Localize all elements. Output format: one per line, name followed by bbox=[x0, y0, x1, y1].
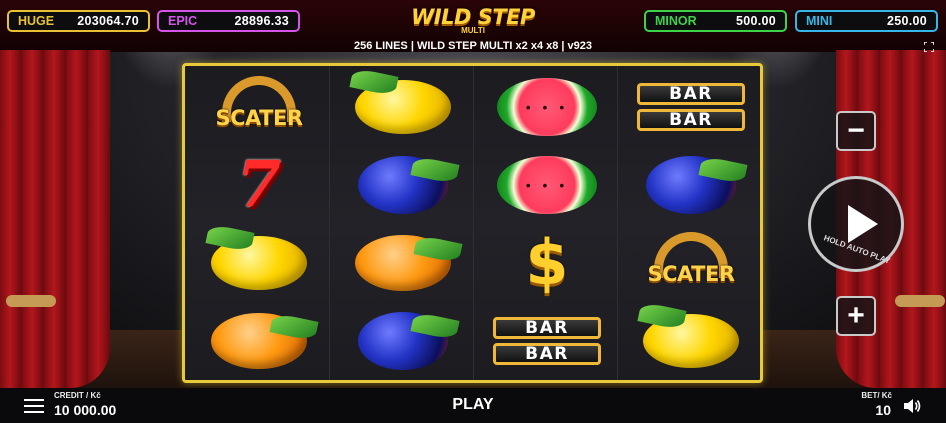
watermelon-symbol: • • • bbox=[497, 156, 597, 214]
jackpot-label: EPIC bbox=[168, 14, 198, 28]
curtain-tieback bbox=[6, 295, 56, 307]
leaf-icon bbox=[410, 155, 460, 185]
orange-symbol bbox=[355, 234, 463, 291]
jackpot-label: MINOR bbox=[655, 14, 697, 28]
reel-cell: 7 bbox=[189, 146, 329, 224]
leaf-icon bbox=[637, 301, 687, 331]
jackpot-value: 28896.33 bbox=[234, 14, 289, 28]
bar-symbol: BAR BAR bbox=[637, 83, 745, 131]
watermelon-symbol: • • • bbox=[497, 78, 597, 136]
bar-label: BAR bbox=[493, 343, 601, 365]
reel-cell bbox=[621, 146, 761, 224]
bottom-bar: CREDIT / Kč 10 000.00 PLAY BET/ Kč 10 bbox=[0, 388, 946, 423]
bar-label: BAR bbox=[493, 317, 601, 339]
game-info-line: 256 LINES | WILD STEP MULTI x2 x4 x8 | v… bbox=[353, 40, 593, 52]
reel-cell: BAR BAR bbox=[621, 68, 761, 146]
bar-label: BAR bbox=[637, 109, 745, 131]
scatter-symbol: SCATER bbox=[200, 76, 318, 138]
reel-cell bbox=[333, 146, 473, 224]
hamburger-icon[interactable] bbox=[24, 399, 44, 413]
leaf-icon bbox=[205, 223, 255, 253]
bar-label: BAR bbox=[637, 83, 745, 105]
leaf-icon bbox=[698, 155, 748, 185]
reel-cell bbox=[333, 224, 473, 302]
reel-cell bbox=[333, 302, 473, 380]
bar-symbol: BAR BAR bbox=[493, 317, 601, 365]
scatter-label: SCATER bbox=[215, 106, 304, 130]
plum-symbol bbox=[358, 155, 460, 214]
jackpot-mini: MINI 250.00 bbox=[795, 10, 938, 32]
seven-symbol: 7 bbox=[236, 147, 282, 222]
dollar-symbol: $ bbox=[525, 226, 569, 299]
speaker-icon[interactable] bbox=[903, 398, 921, 414]
reel-divider bbox=[473, 66, 474, 380]
leaf-icon bbox=[349, 67, 399, 97]
scatter-label: SCATER bbox=[647, 262, 736, 286]
fullscreen-icon[interactable] bbox=[924, 42, 934, 52]
reel-cell bbox=[189, 223, 329, 302]
game-logo: WILD STEP MULTI bbox=[405, 6, 541, 35]
bet-increase-button[interactable]: + bbox=[836, 296, 876, 336]
reel-divider bbox=[329, 66, 330, 380]
credit-label: CREDIT / Kč bbox=[54, 391, 101, 400]
reel-cell: SCATER bbox=[621, 224, 761, 302]
leaf-icon bbox=[410, 311, 460, 341]
scatter-symbol: SCATER bbox=[632, 232, 750, 294]
plum-symbol bbox=[646, 155, 748, 214]
play-button[interactable]: PLAY bbox=[430, 396, 516, 414]
reel-cell: • • • bbox=[477, 146, 617, 224]
seeds: • • • bbox=[525, 99, 569, 115]
play-icon bbox=[848, 205, 878, 243]
lemon-symbol bbox=[205, 223, 307, 290]
spin-button[interactable]: HOLD AUTO PLAY bbox=[808, 176, 904, 272]
bet-label: BET/ Kč bbox=[861, 391, 892, 400]
reel-cell: • • • bbox=[477, 68, 617, 146]
bet-decrease-button[interactable]: − bbox=[836, 111, 876, 151]
reel-cell bbox=[189, 302, 329, 380]
reel-cell bbox=[333, 67, 473, 146]
orange-symbol bbox=[211, 312, 319, 369]
reel-grid: SCATER 7 • • • • • • $ BAR BAR BAR BAR SCATER bbox=[182, 63, 763, 383]
plus-icon: + bbox=[847, 299, 865, 332]
reel-cell bbox=[621, 301, 761, 380]
reel-cell: BAR BAR bbox=[477, 302, 617, 380]
minus-icon: − bbox=[847, 114, 865, 147]
jackpot-label: MINI bbox=[806, 14, 833, 28]
bet-value[interactable]: 10 bbox=[875, 402, 891, 418]
curtain-tieback bbox=[895, 295, 945, 307]
reel-cell: $ bbox=[477, 224, 617, 302]
seeds: • • • bbox=[525, 177, 569, 193]
jackpot-value: 500.00 bbox=[735, 14, 776, 28]
logo-title: WILD STEP bbox=[411, 5, 535, 29]
jackpot-value: 203064.70 bbox=[77, 14, 139, 28]
jackpot-minor: MINOR 500.00 bbox=[644, 10, 787, 32]
plum-symbol bbox=[358, 311, 460, 370]
reel-cell: SCATER bbox=[189, 68, 329, 146]
lemon-symbol bbox=[349, 67, 451, 134]
lemon-symbol bbox=[637, 301, 739, 368]
credit-value: 10 000.00 bbox=[54, 402, 117, 418]
leaf-icon bbox=[413, 234, 463, 264]
jackpot-value: 250.00 bbox=[886, 14, 927, 28]
jackpot-epic: EPIC 28896.33 bbox=[157, 10, 300, 32]
jackpot-huge: HUGE 203064.70 bbox=[7, 10, 150, 32]
curtain-left bbox=[0, 50, 110, 388]
leaf-icon bbox=[269, 312, 319, 342]
jackpot-label: HUGE bbox=[18, 14, 55, 28]
reel-divider bbox=[617, 66, 618, 380]
